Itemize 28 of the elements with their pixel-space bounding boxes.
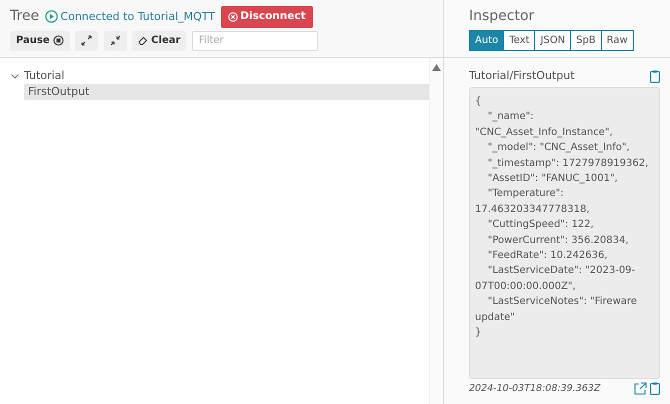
- clear-button[interactable]: Clear: [132, 30, 186, 50]
- view-tab[interactable]: JSON: [534, 30, 572, 51]
- timestamp: 2024-10-03T18:08:39.363Z: [469, 382, 600, 396]
- view-tab[interactable]: Text: [503, 30, 536, 51]
- filter-field[interactable]: Filter: [192, 30, 318, 50]
- view-tab[interactable]: Auto: [469, 30, 504, 51]
- payload-text: { "_name": "CNC_Asset_Info_Instance", "_model": "CNC_Asset_Info", "_timestamp": 1727978919362, "AssetID": "FANUC_1001", "Temperature": 17.463203347778318, "CuttingSpeed": 122, "PowerCurrent": 356.20834, "FeedRate": 10.242636, "LastServiceDate": "2023-09-07T00:00:00.000Z", "LastServiceNotes": "Fireware update" }: [469, 87, 660, 379]
- expand-icon: [81, 35, 92, 46]
- stop-icon: [52, 35, 64, 46]
- clipboard-icon[interactable]: [650, 382, 660, 396]
- eraser-icon: [138, 36, 148, 46]
- disconnect-button[interactable]: Disconnect: [220, 6, 313, 28]
- collapse-button[interactable]: [104, 30, 127, 50]
- topic-label: Tutorial/FirstOutput: [469, 68, 575, 84]
- expand-button[interactable]: [75, 30, 98, 50]
- collapse-icon: [110, 35, 121, 46]
- view-tab[interactable]: Raw: [600, 30, 634, 51]
- tree-node[interactable]: FirstOutput: [24, 84, 429, 100]
- panel-title: Tree: [10, 7, 40, 26]
- scroll-up-icon[interactable]: [432, 64, 441, 70]
- tree-node[interactable]: Tutorial: [20, 68, 68, 84]
- panel-title: Inspector: [469, 7, 536, 26]
- view-tab[interactable]: SpB: [570, 30, 602, 51]
- close-icon: [228, 12, 238, 22]
- clipboard-icon[interactable]: [650, 70, 660, 82]
- connection-status: Connected to Tutorial_MQTT: [60, 8, 216, 25]
- pause-button[interactable]: Pause: [10, 30, 70, 50]
- external-link-icon[interactable]: [634, 382, 648, 396]
